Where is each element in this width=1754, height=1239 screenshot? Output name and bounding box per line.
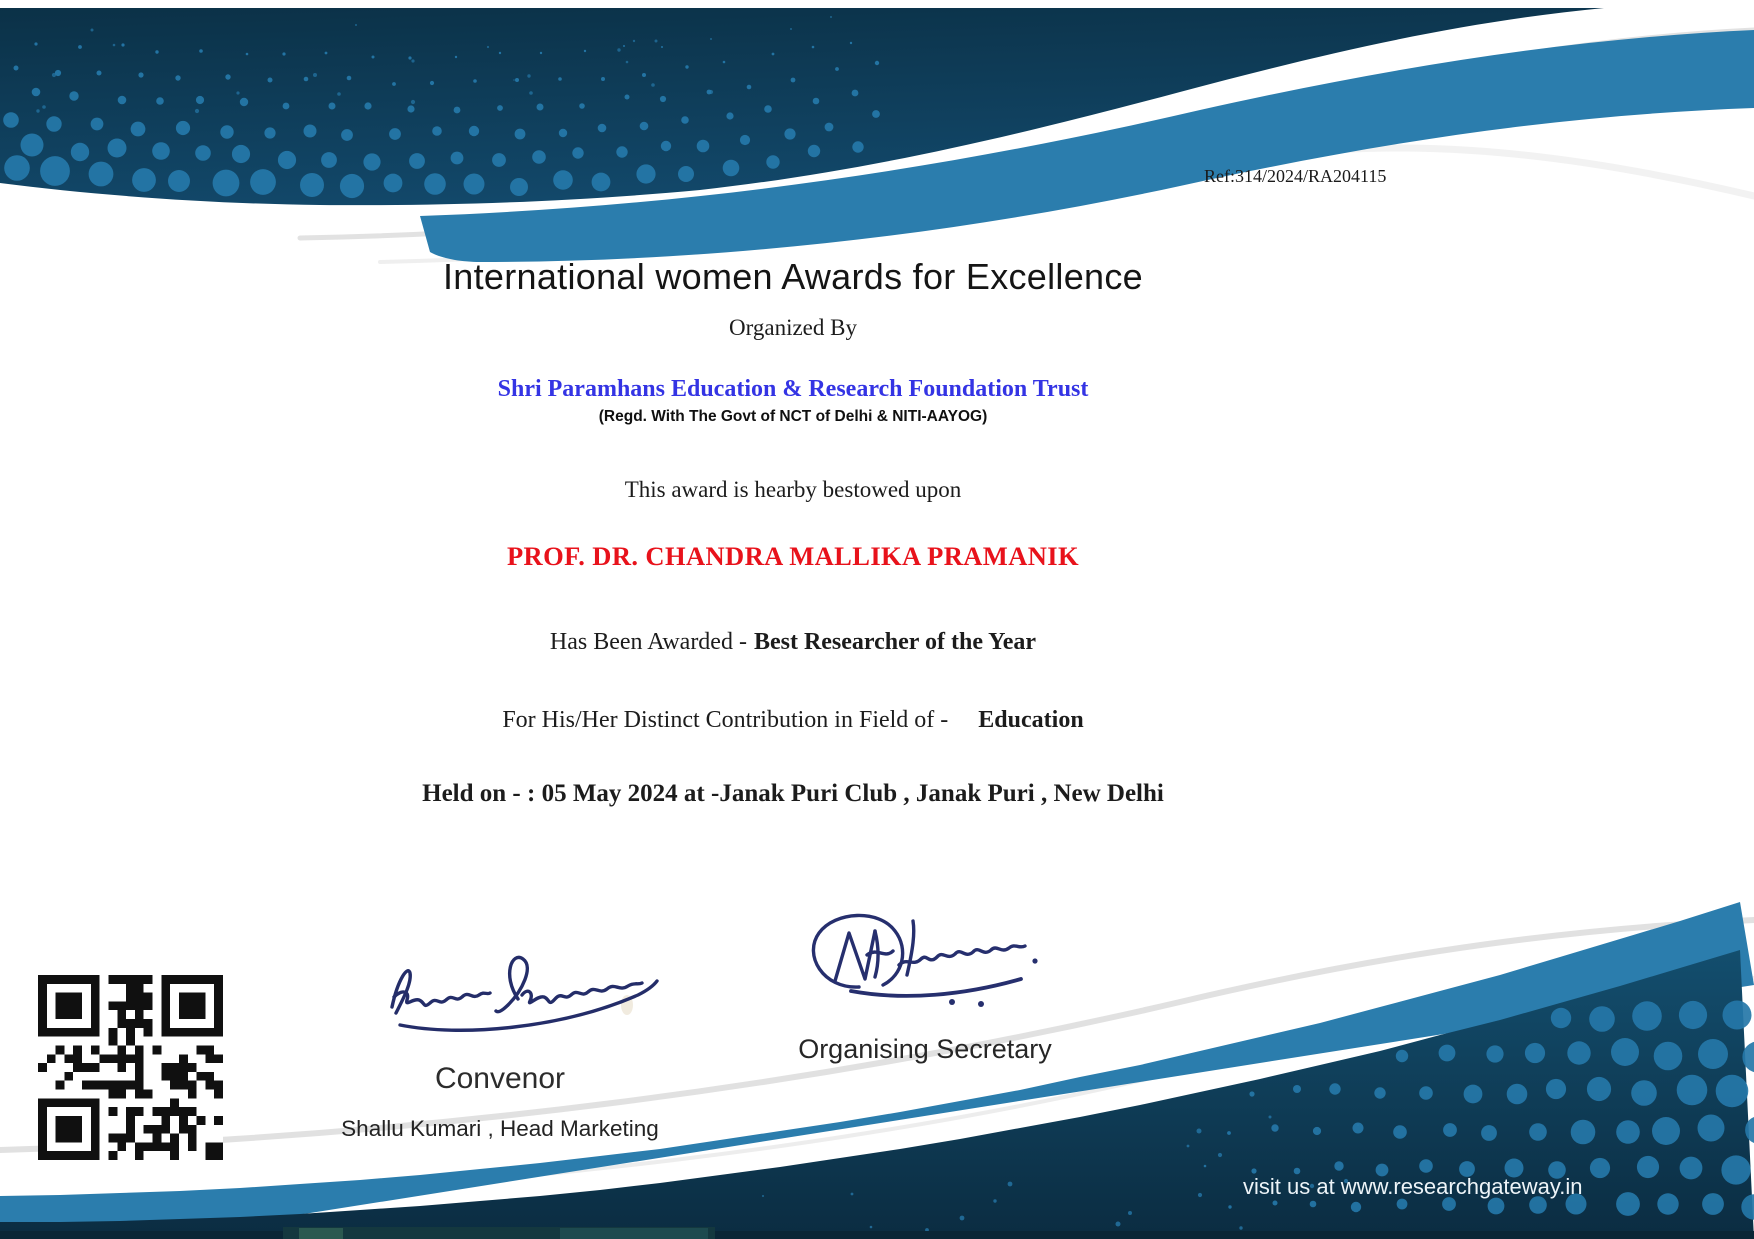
top-wave-decoration: [0, 8, 1754, 264]
event-line: Held on - : 05 May 2024 at -Janak Puri C…: [422, 780, 1164, 807]
recipient-name: PROF. DR. CHANDRA MALLIKA PRAMANIK: [506, 541, 1080, 571]
certificate-title: International women Awards for Excellenc…: [442, 256, 1143, 297]
award-line-prefix: Has Been Awarded -: [549, 629, 747, 655]
award-certificate: Ref:314/2024/RA204115 International wome…: [0, 0, 1754, 1239]
secretary-role-label: Organising Secretary: [798, 1034, 1052, 1064]
field-line: For His/Her Distinct Contribution in Fie…: [0, 707, 1586, 734]
footer-website-link: visit us at www.researchgateway.in: [1243, 1174, 1583, 1199]
registration-line: (Regd. With The Govt of NCT of Delhi & N…: [598, 408, 988, 425]
convenor-role-label: Convenor: [434, 1062, 566, 1095]
top-halftone-dots: [3, 16, 880, 199]
top-accent-band: [420, 30, 1754, 262]
bottom-edge-strip: [0, 1227, 1754, 1239]
bestowed-line: This award is hearby bestowed upon: [624, 477, 962, 502]
award-title: Best Researcher of the Year: [753, 629, 1037, 655]
reference-number: Ref:314/2024/RA204115: [1204, 166, 1387, 186]
field-line-prefix: For His/Her Distinct Contribution in Fie…: [502, 707, 949, 733]
organized-by-label: Organized By: [729, 315, 857, 340]
secretary-signature: [811, 913, 1038, 1007]
convenor-name-label: Shallu Kumari , Head Marketing: [341, 1116, 659, 1141]
organization-name: Shri Paramhans Education & Research Foun…: [497, 376, 1089, 402]
award-line: Has Been Awarded - Best Researcher of the…: [0, 629, 1586, 656]
field-value: Education: [978, 707, 1084, 733]
qr-code: [38, 975, 223, 1160]
convenor-signature: [390, 955, 659, 1032]
